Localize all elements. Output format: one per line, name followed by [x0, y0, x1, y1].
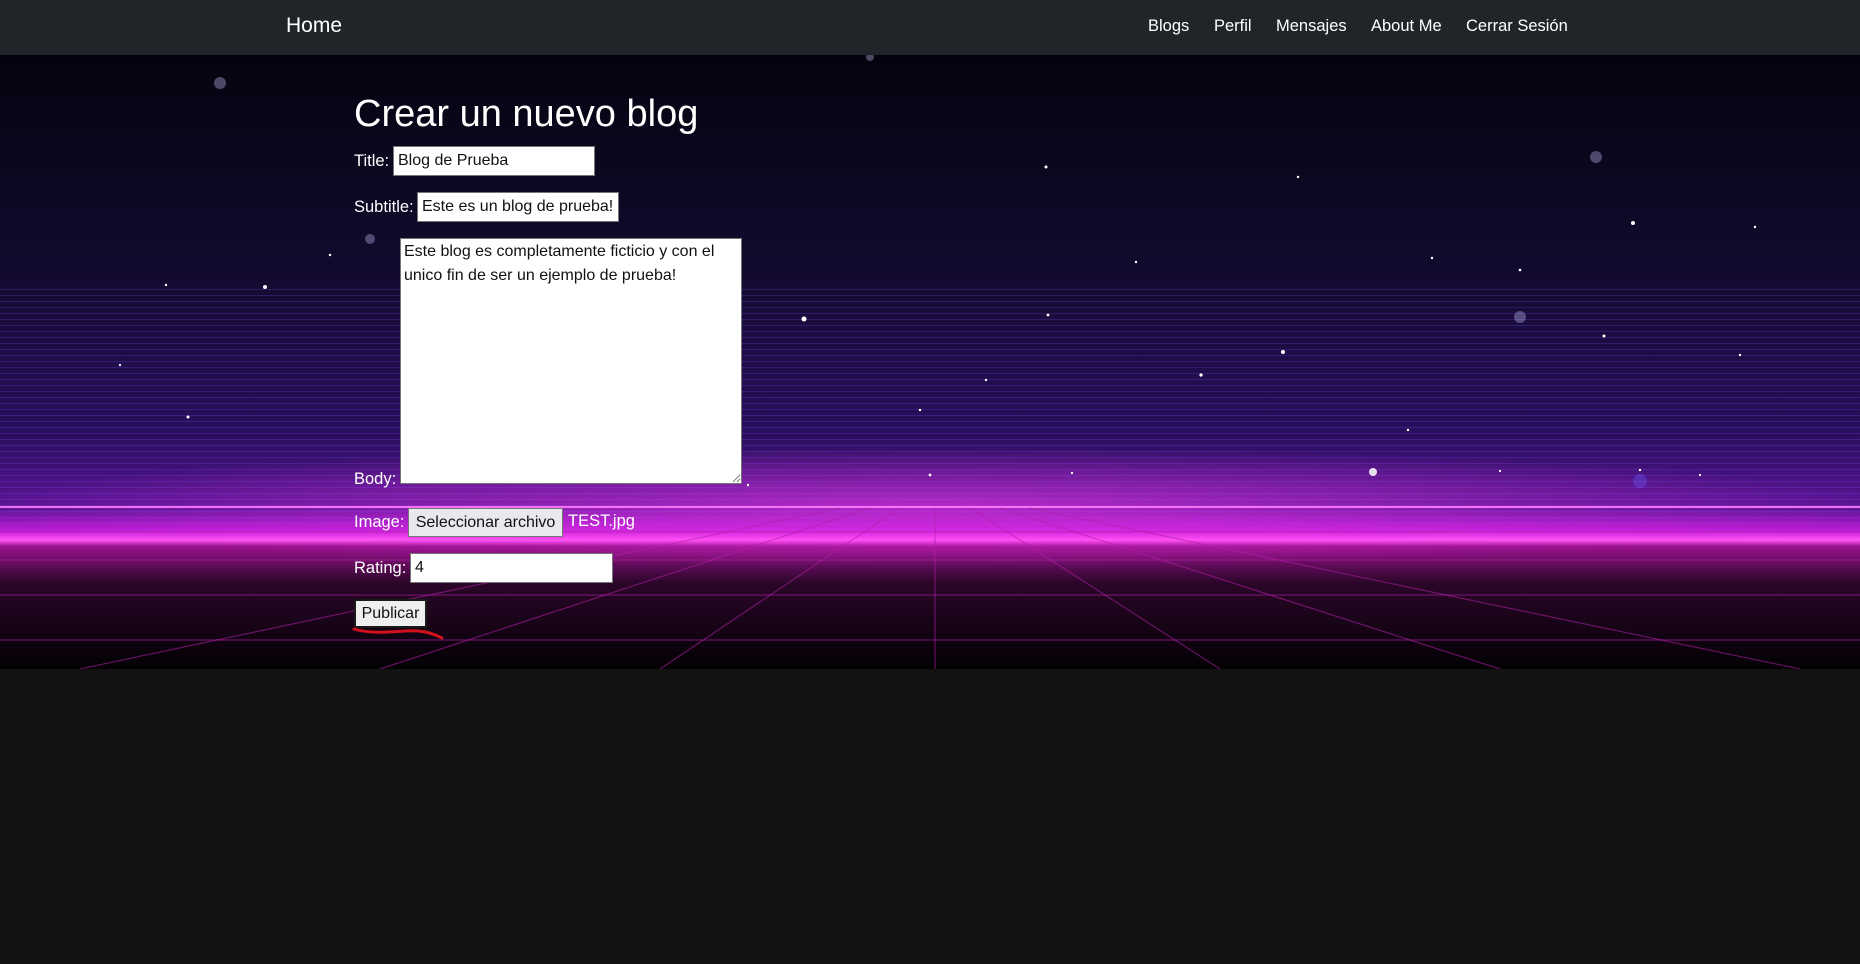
create-blog-form: Crear un nuevo blog Title: Subtitle: Bod… — [0, 0, 1860, 669]
rating-input[interactable] — [410, 553, 613, 583]
title-input[interactable] — [393, 146, 595, 176]
image-label: Image: — [354, 513, 405, 531]
selected-file-name: TEST.jpg — [568, 512, 635, 530]
choose-file-button[interactable]: Seleccionar archivo — [408, 508, 563, 537]
body-label: Body: — [354, 470, 397, 488]
subtitle-label: Subtitle: — [354, 198, 414, 216]
rating-label: Rating: — [354, 559, 407, 577]
page-title: Crear un nuevo blog — [354, 93, 699, 135]
title-label: Title: — [354, 152, 390, 170]
subtitle-input[interactable] — [417, 192, 619, 222]
red-annotation-underline — [352, 627, 444, 640]
body-textarea[interactable]: Este blog es completamente ficticio y co… — [400, 238, 742, 484]
